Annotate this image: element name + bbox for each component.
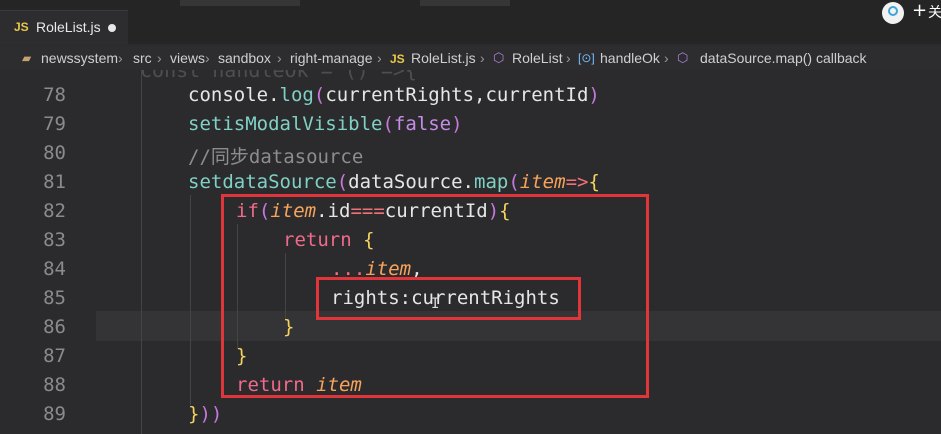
chevron-right-icon: › bbox=[277, 50, 282, 66]
chevron-right-icon: › bbox=[480, 50, 485, 66]
tab-rolelist[interactable]: JS RoleList.js bbox=[0, 10, 128, 45]
chevron-right-icon: › bbox=[157, 50, 162, 66]
breadcrumb-item[interactable]: src bbox=[133, 50, 152, 66]
breadcrumb-item[interactable]: handleOk bbox=[600, 50, 660, 66]
indent-guide bbox=[190, 195, 191, 405]
text-cursor-icon: I bbox=[431, 296, 440, 312]
line-number: 89 bbox=[43, 403, 66, 425]
faint-ui-strip bbox=[180, 0, 300, 6]
code-line[interactable]: })) bbox=[188, 403, 222, 425]
breadcrumb-item[interactable]: sandbox bbox=[218, 50, 271, 66]
js-file-icon: JS bbox=[14, 20, 29, 34]
breadcrumb-item[interactable]: newssystem bbox=[41, 50, 118, 66]
code-line[interactable]: //同步datasource bbox=[188, 142, 363, 169]
logo-icon bbox=[882, 2, 904, 24]
line-number: 78 bbox=[43, 84, 66, 106]
class-cube-icon: ⬡ bbox=[493, 50, 505, 65]
scrolled-code-line: const handleOk = () =>{ bbox=[140, 70, 417, 82]
modified-dot-icon[interactable] bbox=[108, 24, 116, 32]
tab-filename: RoleList.js bbox=[36, 19, 101, 35]
chevron-right-icon: › bbox=[377, 50, 382, 66]
plus-icon[interactable]: + bbox=[912, 0, 927, 21]
cut-text: 关 bbox=[928, 5, 941, 21]
line-number: 79 bbox=[43, 113, 66, 135]
code-line[interactable]: console.log(currentRights,currentId) bbox=[188, 84, 600, 106]
chevron-right-icon: › bbox=[566, 50, 571, 66]
code-line[interactable]: setdataSource(dataSource.map(item=>{ bbox=[188, 171, 600, 193]
js-file-icon: JS bbox=[390, 52, 405, 66]
faint-ui-strip bbox=[420, 0, 510, 6]
tab-bar: JS RoleList.js + 关 bbox=[0, 0, 941, 45]
line-number: 87 bbox=[43, 345, 66, 367]
line-number: 85 bbox=[43, 287, 66, 309]
indent-guide bbox=[141, 70, 142, 434]
line-number: 86 bbox=[43, 316, 66, 338]
breadcrumb-item[interactable]: RoleList bbox=[512, 50, 563, 66]
highlight-box-inner bbox=[316, 277, 581, 320]
variable-icon: [⊙] bbox=[578, 51, 595, 65]
line-number: 80 bbox=[43, 142, 66, 164]
breadcrumb-item[interactable]: right-manage bbox=[290, 50, 373, 66]
breadcrumb-item[interactable]: dataSource.map() callback bbox=[700, 50, 867, 66]
chevron-right-icon: › bbox=[118, 50, 123, 66]
line-number: 81 bbox=[43, 171, 66, 193]
line-number: 82 bbox=[43, 200, 66, 222]
folder-icon: ▰ bbox=[22, 51, 32, 65]
code-editor[interactable]: const handleOk = () =>{ 78 console.log(cu… bbox=[0, 70, 941, 434]
method-cube-icon: ⬡ bbox=[677, 50, 689, 65]
breadcrumb: ▰ newssystem › src › views › sandbox › r… bbox=[0, 46, 941, 70]
chevron-right-icon: › bbox=[664, 50, 669, 66]
line-number: 84 bbox=[43, 258, 66, 280]
chevron-right-icon: › bbox=[205, 50, 210, 66]
overlay-controls: + 关 bbox=[882, 0, 941, 24]
line-number: 88 bbox=[43, 374, 66, 396]
line-number: 83 bbox=[43, 229, 66, 251]
code-line[interactable]: setisModalVisible(false) bbox=[188, 113, 463, 135]
breadcrumb-item[interactable]: views bbox=[170, 50, 205, 66]
breadcrumb-item[interactable]: RoleList.js bbox=[411, 50, 476, 66]
